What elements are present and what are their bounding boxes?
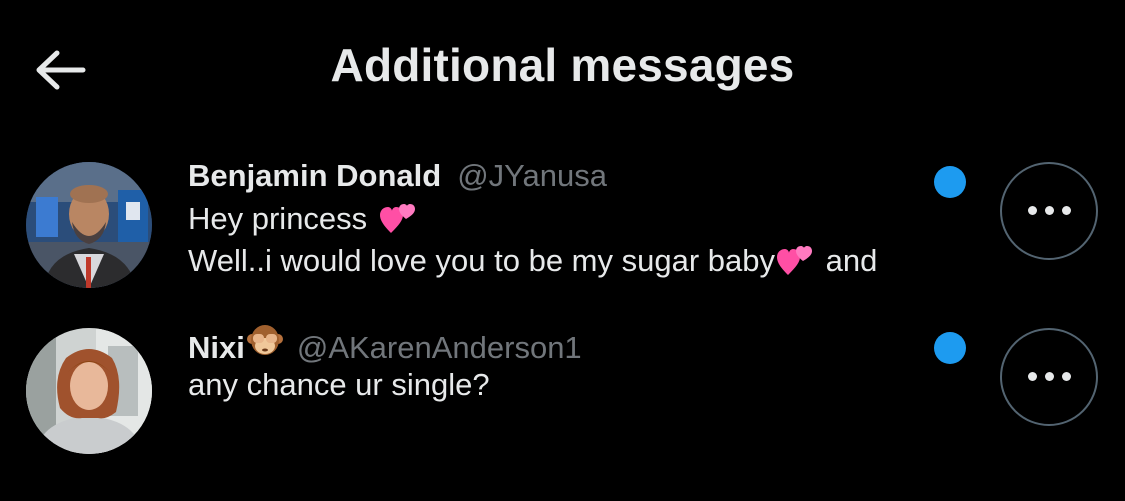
message-body: Nixi @AKarenAnderson1 any chance ur sing… (188, 324, 965, 406)
sender-name: Nixi (188, 330, 245, 365)
sender-handle: @JYanusa (457, 158, 608, 193)
sender-name: Benjamin Donald (188, 158, 442, 193)
message-text-tail: and (817, 243, 878, 278)
more-horizontal-icon (1024, 202, 1075, 220)
message-text: Well..i would love you to be my sugar ba… (188, 243, 776, 278)
avatar[interactable] (26, 162, 152, 288)
avatar-image (26, 162, 152, 288)
sender-handle: @AKarenAnderson1 (296, 330, 582, 365)
message-text: any chance ur single? (188, 367, 490, 402)
message-line: Well..i would love you to be my sugar ba… (188, 240, 965, 282)
message-body: Benjamin Donald @JYanusa Hey princess We… (188, 158, 965, 282)
see-no-evil-monkey-icon (246, 325, 283, 355)
avatar-image (26, 328, 152, 454)
message-line: Hey princess (188, 198, 965, 240)
more-options-button[interactable] (1000, 162, 1098, 260)
two-hearts-icon (379, 204, 415, 233)
message-request-row[interactable]: Nixi @AKarenAnderson1 any chance ur sing… (0, 324, 1125, 454)
message-request-row[interactable]: Benjamin Donald @JYanusa Hey princess We… (0, 158, 1125, 288)
page-title: Additional messages (330, 39, 795, 91)
avatar[interactable] (26, 328, 152, 454)
more-options-button[interactable] (1000, 328, 1098, 426)
unread-indicator-icon (934, 166, 966, 198)
message-requests-screen: Additional messages Benjamin Donald @JYa… (0, 0, 1125, 501)
sender-line: Nixi @AKarenAnderson1 (188, 324, 965, 365)
two-hearts-icon (777, 246, 813, 275)
sender-line: Benjamin Donald @JYanusa (188, 158, 965, 198)
message-text: Hey princess (188, 201, 368, 236)
more-horizontal-icon (1024, 368, 1075, 386)
unread-indicator-icon (934, 332, 966, 364)
message-line: any chance ur single? (188, 364, 965, 406)
header: Additional messages (0, 0, 1125, 140)
